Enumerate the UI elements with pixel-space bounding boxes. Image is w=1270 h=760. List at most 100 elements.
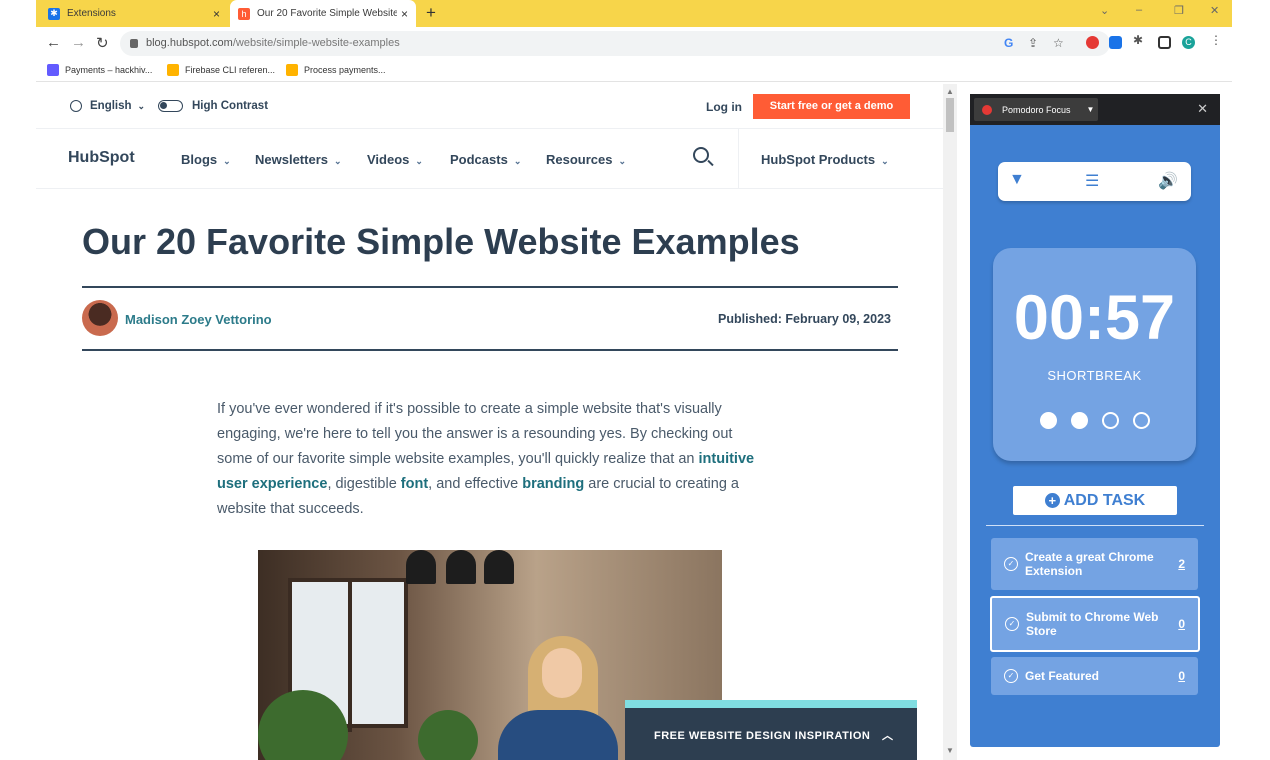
- bookmark-stripe[interactable]: Payments – hackhiv...: [47, 64, 152, 76]
- back-button[interactable]: ←: [46, 34, 61, 51]
- bookmark-payments[interactable]: Process payments...: [286, 64, 386, 76]
- panel-header: Pomodoro Focus ▼ ✕: [970, 94, 1220, 125]
- plus-icon: +: [1044, 493, 1060, 508]
- volume-icon[interactable]: 🔊: [1158, 171, 1178, 191]
- task-count[interactable]: 2: [1178, 557, 1185, 571]
- photo-person-face: [542, 648, 582, 698]
- firebase-icon: [167, 64, 179, 76]
- nav-label: HubSpot Products: [761, 152, 876, 167]
- tab-title: Extensions: [67, 8, 116, 19]
- task-name: Get Featured: [1025, 669, 1100, 683]
- scroll-up-icon[interactable]: ▲: [946, 87, 954, 96]
- link-font[interactable]: font: [401, 476, 428, 492]
- url-host: blog.hubspot.com: [146, 37, 233, 49]
- new-tab-button[interactable]: +: [426, 3, 436, 23]
- extension-name: Pomodoro Focus: [1002, 104, 1071, 115]
- extension-icon[interactable]: [1109, 36, 1122, 49]
- globe-icon: [70, 100, 82, 112]
- search-icon[interactable]: [693, 147, 709, 163]
- photo-person-body: [498, 710, 618, 760]
- firebase-icon: [286, 64, 298, 76]
- restore-button[interactable]: ❐: [1174, 4, 1184, 17]
- task-item[interactable]: ✓ Get Featured 0: [991, 657, 1198, 695]
- profile-avatar[interactable]: C: [1182, 36, 1195, 49]
- puzzle-icon: ✱: [48, 7, 60, 20]
- hubspot-logo[interactable]: HubSpot: [68, 149, 135, 167]
- brush-icon[interactable]: ▼: [1009, 171, 1025, 189]
- nav-resources[interactable]: Resources ⌄: [546, 152, 626, 167]
- language-selector[interactable]: English ⌄: [70, 100, 145, 112]
- divider: [986, 525, 1204, 526]
- inspiration-banner[interactable]: FREE WEBSITE DESIGN INSPIRATION ︿: [625, 700, 917, 760]
- tab-strip: ✱ Extensions × h Our 20 Favorite Simple …: [36, 0, 1232, 27]
- close-icon[interactable]: ×: [401, 7, 408, 21]
- share-icon[interactable]: ⇪: [1028, 31, 1038, 56]
- check-circle-icon[interactable]: ✓: [1004, 557, 1018, 571]
- start-free-button[interactable]: Start free or get a demo: [753, 94, 910, 119]
- chevron-up-icon: ︿: [881, 730, 894, 742]
- nav-videos[interactable]: Videos ⌄: [367, 152, 423, 167]
- close-icon[interactable]: ×: [213, 7, 220, 21]
- add-task-label: ADD TASK: [1063, 491, 1146, 509]
- author-link[interactable]: Madison Zoey Vettorino: [125, 312, 272, 327]
- chevron-down-icon: ⌄: [618, 156, 627, 166]
- puzzle-icon[interactable]: ✱: [1133, 33, 1143, 47]
- session-dot: [1040, 412, 1057, 429]
- scroll-thumb[interactable]: [946, 98, 954, 132]
- task-item[interactable]: ✓ Create a great Chrome Extension 2: [991, 538, 1198, 590]
- banner-label: FREE WEBSITE DESIGN INSPIRATION ︿: [654, 727, 893, 743]
- task-name: Create a great Chrome Extension: [1025, 550, 1154, 578]
- tab-title: Our 20 Favorite Simple Website E: [257, 8, 397, 19]
- google-icon[interactable]: G: [1004, 31, 1013, 56]
- banner-text: FREE WEBSITE DESIGN INSPIRATION: [654, 730, 871, 742]
- close-panel-button[interactable]: ✕: [1197, 101, 1208, 117]
- divider: [82, 349, 898, 351]
- chevron-down-icon: ⌄: [333, 156, 342, 166]
- check-circle-icon[interactable]: ✓: [1005, 617, 1019, 631]
- page-title: Our 20 Favorite Simple Website Examples: [82, 221, 800, 262]
- lock-icon: [130, 39, 138, 48]
- avatar[interactable]: [82, 300, 118, 336]
- task-count[interactable]: 0: [1178, 617, 1185, 631]
- reload-button[interactable]: ↻: [96, 34, 109, 52]
- intro-text: , digestible: [327, 476, 401, 492]
- chevron-down-icon: ⌄: [881, 156, 889, 166]
- toggle-icon: [158, 100, 183, 112]
- task-item-active[interactable]: ✓ Submit to Chrome Web Store 0: [990, 596, 1200, 652]
- web-page: English ⌄ High Contrast Log in Start fre…: [36, 84, 943, 760]
- forward-button[interactable]: →: [71, 34, 86, 51]
- nav-blogs[interactable]: Blogs ⌄: [181, 152, 231, 167]
- extension-selector[interactable]: Pomodoro Focus ▼: [974, 98, 1098, 121]
- nav-hubspot-products[interactable]: HubSpot Products ⌄: [761, 152, 889, 167]
- scroll-down-icon[interactable]: ▼: [946, 746, 954, 755]
- high-contrast-toggle[interactable]: High Contrast: [158, 100, 268, 112]
- task-name: Submit to Chrome Web Store: [1026, 610, 1159, 638]
- nav-newsletters[interactable]: Newsletters ⌄: [255, 152, 342, 167]
- link-branding[interactable]: branding: [522, 476, 584, 492]
- address-bar[interactable]: blog.hubspot.com/website/simple-website-…: [120, 31, 1110, 56]
- chevron-down-icon: ⌄: [223, 156, 231, 166]
- bookmark-firebase[interactable]: Firebase CLI referen...: [167, 64, 275, 76]
- page-scrollbar[interactable]: ▲ ▼: [943, 84, 957, 760]
- utility-nav: English ⌄ High Contrast Log in Start fre…: [36, 84, 943, 129]
- menu-icon[interactable]: ⋮: [1210, 33, 1222, 47]
- side-panel-icon[interactable]: [1158, 36, 1171, 49]
- photo-plant: [418, 710, 478, 760]
- chevron-down-icon[interactable]: ⌄: [1100, 4, 1109, 17]
- minimize-button[interactable]: –: [1136, 4, 1142, 16]
- check-circle-icon[interactable]: ✓: [1004, 669, 1018, 683]
- chevron-down-icon: ⌄: [415, 156, 423, 166]
- tab-extensions[interactable]: ✱ Extensions ×: [48, 0, 228, 27]
- add-task-button[interactable]: + ADD TASK: [1013, 486, 1177, 515]
- star-icon[interactable]: ☆: [1053, 31, 1064, 56]
- close-window-button[interactable]: ✕: [1210, 4, 1219, 17]
- task-count[interactable]: 0: [1178, 669, 1185, 683]
- nav-podcasts[interactable]: Podcasts ⌄: [450, 152, 521, 167]
- session-dot: [1071, 412, 1088, 429]
- settings-sliders-icon[interactable]: ☰: [1085, 171, 1099, 191]
- login-link[interactable]: Log in: [706, 100, 742, 114]
- tab-hubspot[interactable]: h Our 20 Favorite Simple Website E ×: [230, 0, 416, 27]
- pomodoro-panel: Pomodoro Focus ▼ ✕ ▼ ☰ 🔊 00:57 SHORTBREA…: [970, 94, 1220, 747]
- bookmark-label: Firebase CLI referen...: [185, 65, 276, 75]
- tomato-extension-icon[interactable]: [1086, 36, 1099, 49]
